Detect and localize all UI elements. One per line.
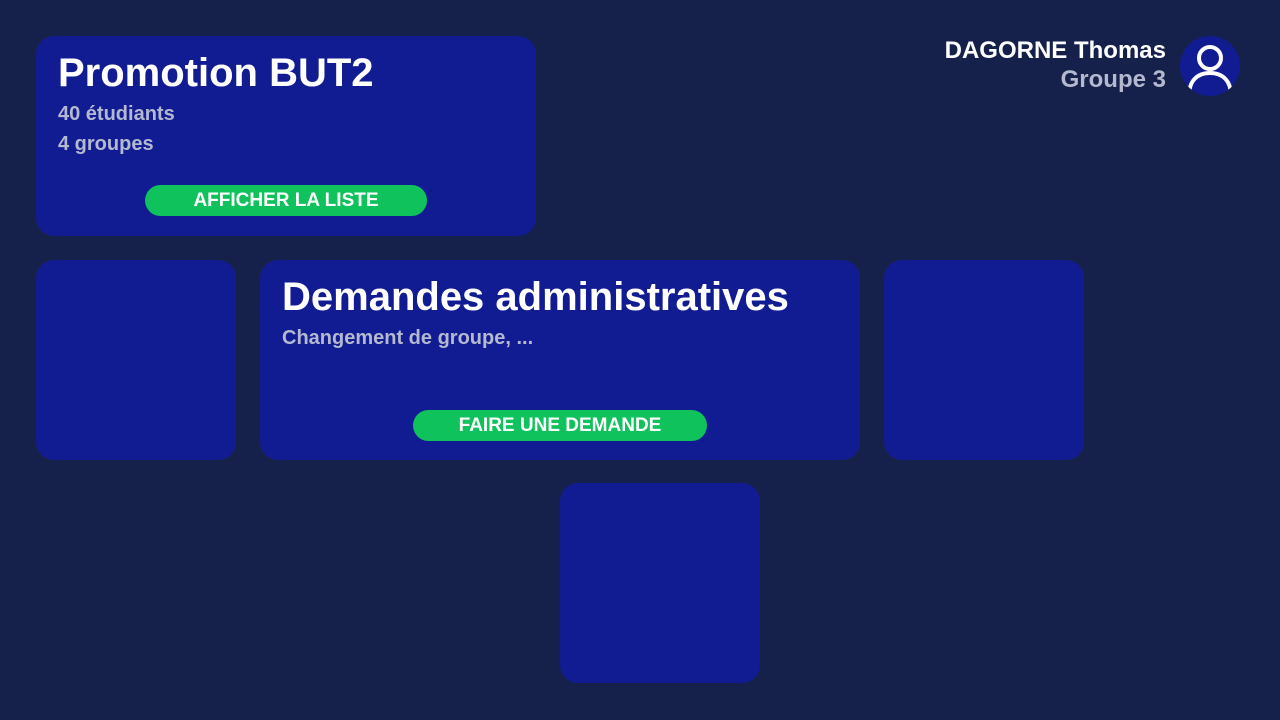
promotion-title: Promotion BUT2 xyxy=(58,51,374,95)
empty-card-bottom[interactable] xyxy=(560,483,760,683)
requests-card: Demandes administratives Changement de g… xyxy=(260,260,860,460)
requests-title: Demandes administratives xyxy=(282,275,789,319)
empty-card-right[interactable] xyxy=(884,260,1084,460)
promotion-groups-count: 4 groupes xyxy=(58,133,154,155)
promotion-students-count: 40 étudiants xyxy=(58,103,175,125)
show-list-button[interactable]: AFFICHER LA LISTE xyxy=(145,185,427,216)
user-info: DAGORNE Thomas Groupe 3 xyxy=(945,36,1166,94)
requests-subtitle: Changement de groupe, ... xyxy=(282,327,534,349)
dashboard-page: Promotion BUT2 40 étudiants 4 groupes AF… xyxy=(0,0,1280,720)
user-group: Groupe 3 xyxy=(1060,66,1166,93)
make-request-button[interactable]: FAIRE UNE DEMANDE xyxy=(413,410,707,441)
avatar[interactable] xyxy=(1180,36,1240,96)
user-name: DAGORNE Thomas xyxy=(944,37,1166,64)
user-icon xyxy=(1187,45,1233,96)
promotion-card: Promotion BUT2 40 étudiants 4 groupes AF… xyxy=(36,36,536,236)
empty-card-left[interactable] xyxy=(36,260,236,460)
